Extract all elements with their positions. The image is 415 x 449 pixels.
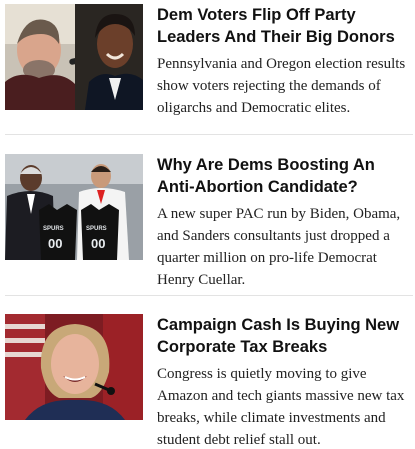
jersey-number: 00	[48, 236, 63, 251]
article-text: Campaign Cash Is Buying New Corporate Ta…	[143, 314, 413, 449]
divider	[5, 134, 413, 135]
article-card[interactable]: Campaign Cash Is Buying New Corporate Ta…	[5, 314, 413, 449]
jersey-text: SPURS	[43, 226, 64, 232]
article-card[interactable]: SPURS 00 SPURS 00 Why Are Dems Boosting …	[5, 154, 413, 291]
article-feed: Dem Voters Flip Off Party Leaders And Th…	[0, 0, 415, 449]
politicians-holding-spurs-jerseys-photo	[5, 154, 143, 260]
article-thumbnail[interactable]	[5, 4, 143, 110]
article-headline[interactable]: Why Are Dems Boosting An Anti-Abortion C…	[157, 154, 413, 198]
woman-at-microphone-photo	[5, 314, 143, 420]
article-text: Why Are Dems Boosting An Anti-Abortion C…	[143, 154, 413, 291]
article-dek: A new super PAC run by Biden, Obama, and…	[157, 206, 401, 288]
jersey-text: SPURS	[86, 226, 107, 232]
article-thumbnail[interactable]	[5, 314, 143, 420]
article-text: Dem Voters Flip Off Party Leaders And Th…	[143, 4, 413, 119]
article-card[interactable]: Dem Voters Flip Off Party Leaders And Th…	[5, 4, 413, 119]
article-dek: Congress is quietly moving to give Amazo…	[157, 366, 405, 448]
two-politicians-speaking-photo	[5, 4, 143, 110]
article-headline[interactable]: Dem Voters Flip Off Party Leaders And Th…	[157, 4, 413, 48]
divider	[5, 295, 413, 296]
article-dek: Pennsylvania and Oregon election results…	[157, 56, 406, 116]
article-headline[interactable]: Campaign Cash Is Buying New Corporate Ta…	[157, 314, 413, 358]
jersey-number: 00	[91, 236, 106, 251]
article-thumbnail[interactable]: SPURS 00 SPURS 00	[5, 154, 143, 260]
